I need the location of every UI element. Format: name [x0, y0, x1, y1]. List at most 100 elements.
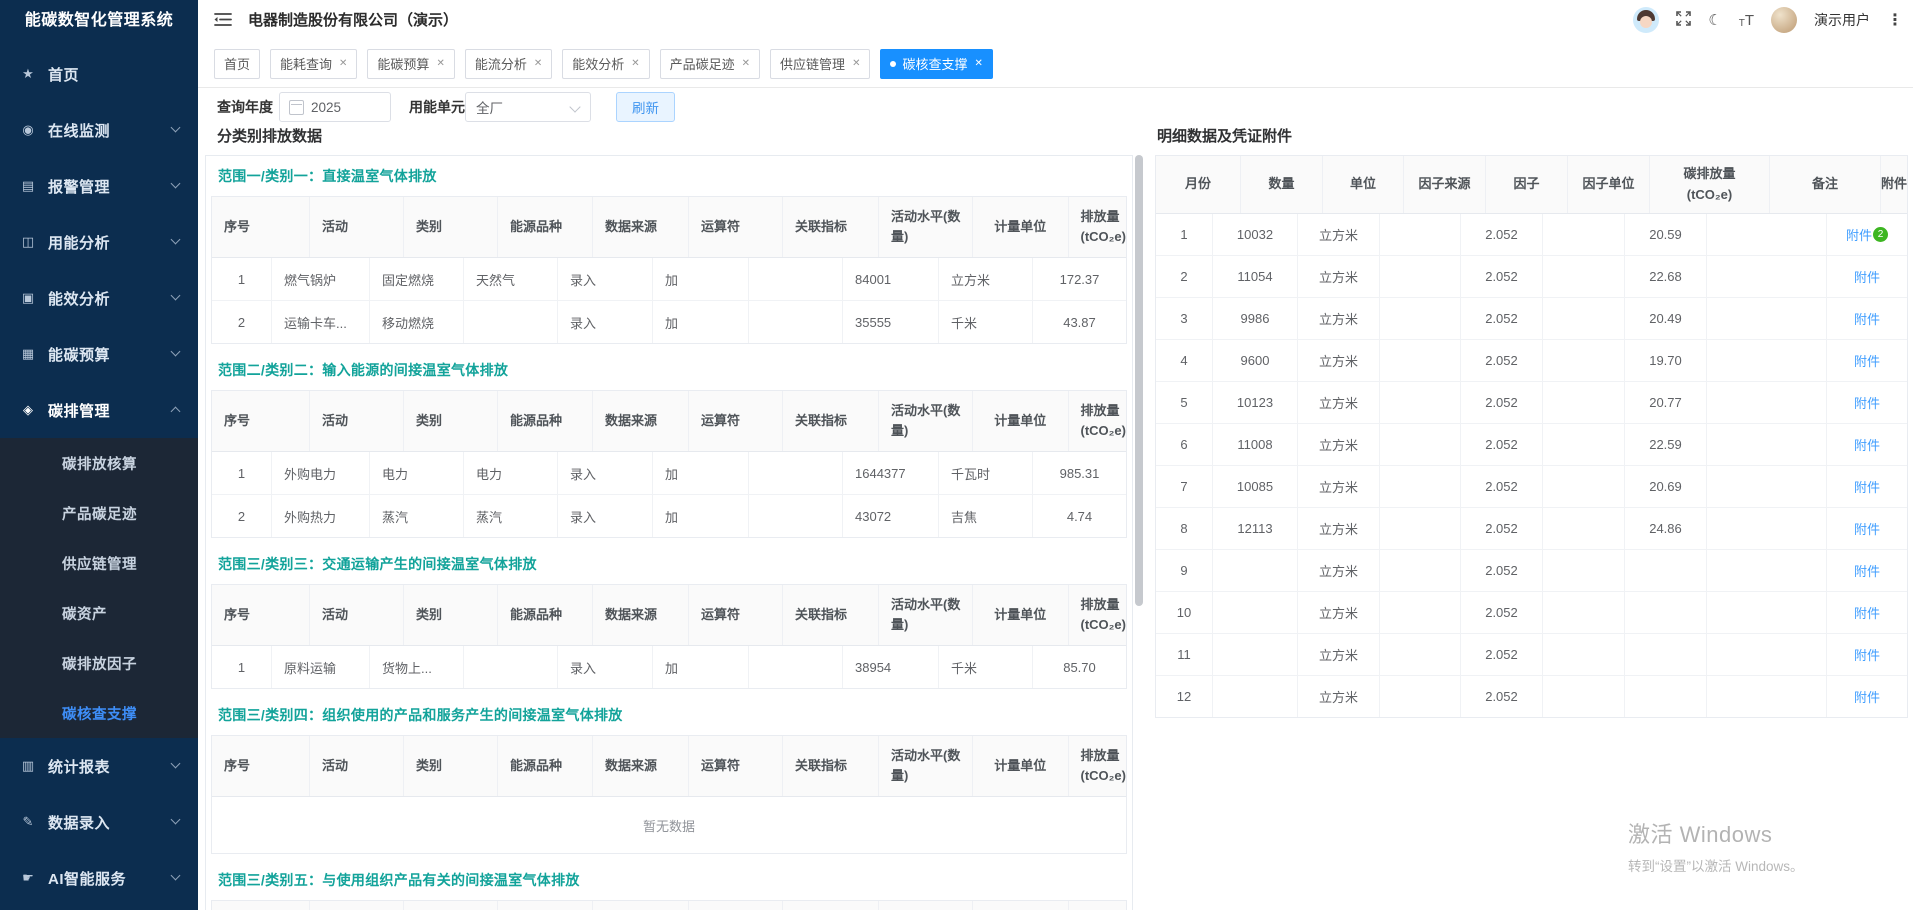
page-tab[interactable]: 能耗查询 ✕: [270, 49, 357, 79]
tab-close-icon[interactable]: ✕: [974, 59, 982, 69]
table-row[interactable]: 8 12113 立方米 2.052 24.86 附件: [1156, 508, 1907, 550]
attachment-link[interactable]: 附件: [1854, 687, 1880, 706]
user-avatar[interactable]: [1771, 7, 1797, 33]
sidebar-item[interactable]: 能碳预算: [0, 326, 198, 382]
cell-energy-type: 蒸汽: [464, 495, 558, 537]
sidebar-item[interactable]: 报警管理: [0, 158, 198, 214]
sidebar-item[interactable]: 用能分析: [0, 214, 198, 270]
sidebar-item[interactable]: AI智能服务: [0, 850, 198, 906]
column-header: 计量单位: [973, 901, 1069, 910]
tab-close-icon[interactable]: ✕: [534, 59, 542, 69]
attachment-link[interactable]: 附件: [1854, 519, 1880, 538]
cell-month: 10: [1156, 592, 1213, 633]
tab-close-icon[interactable]: ✕: [631, 59, 639, 69]
table-row[interactable]: 1 原料运输 货物上... 录入 加 38954 千米 85.70: [212, 646, 1126, 688]
column-header: 序号: [212, 736, 310, 796]
sidebar-item[interactable]: 统计报表: [0, 738, 198, 794]
sidebar-item[interactable]: 能效分析: [0, 270, 198, 326]
cell-factor: 2.052: [1461, 424, 1543, 465]
tab-bar: 首页 ✕ 能耗查询 ✕ 能碳预算 ✕ 能流分析 ✕ 能效分析 ✕ 产品碳足迹 ✕…: [198, 40, 1913, 88]
attachment-link[interactable]: 附件: [1854, 645, 1880, 664]
table-row[interactable]: 2 外购热力 蒸汽 蒸汽 录入 加 43072 吉焦 4.74: [212, 495, 1126, 537]
column-header: 关联指标: [783, 391, 879, 451]
username[interactable]: 演示用户: [1814, 10, 1870, 30]
year-input[interactable]: 2025: [279, 92, 391, 122]
table-row[interactable]: 1 燃气锅炉 固定燃烧 天然气 录入 加 84001 立方米 172.37: [212, 258, 1126, 301]
table-row[interactable]: 1 外购电力 电力 电力 录入 加 1644377 千瓦时 985.31: [212, 452, 1126, 495]
table-row[interactable]: 2 运输卡车... 移动燃烧 录入 加 35555 千米 43.87: [212, 301, 1126, 343]
table-row[interactable]: 2 11054 立方米 2.052 22.68 附件: [1156, 256, 1907, 298]
sidebar-subitem[interactable]: 碳资产: [0, 588, 198, 638]
table-row[interactable]: 7 10085 立方米 2.052 20.69 附件: [1156, 466, 1907, 508]
sidebar-subitem[interactable]: 碳排放因子: [0, 638, 198, 688]
table-row[interactable]: 5 10123 立方米 2.052 20.77 附件: [1156, 382, 1907, 424]
cell-month: 12: [1156, 676, 1213, 717]
more-menu-icon[interactable]: ⋮: [1887, 10, 1903, 30]
table-row[interactable]: 3 9986 立方米 2.052 20.49 附件: [1156, 298, 1907, 340]
table-row[interactable]: 4 9600 立方米 2.052 19.70 附件: [1156, 340, 1907, 382]
sidebar-item[interactable]: 碳排管理: [0, 382, 198, 438]
energy-unit-label: 用能单元: [409, 88, 465, 126]
cell-emission: 43.87: [1033, 301, 1126, 343]
attachment-link[interactable]: 附件: [1854, 477, 1880, 496]
tab-close-icon[interactable]: ✕: [742, 59, 750, 69]
avatar-face: [1640, 16, 1652, 28]
table-row[interactable]: 6 11008 立方米 2.052 22.59 附件: [1156, 424, 1907, 466]
cell-energy-type: [464, 301, 558, 343]
page-tab[interactable]: 产品碳足迹 ✕: [660, 49, 760, 79]
page-tab[interactable]: 能流分析 ✕: [465, 49, 552, 79]
attachment-link[interactable]: 附件: [1846, 225, 1872, 244]
tab-close-icon[interactable]: ✕: [339, 59, 347, 69]
font-size-icon[interactable]: TT: [1739, 12, 1754, 29]
table-body: 1 10032 立方米 2.052 20.59 附件2 2 11054 立方米: [1156, 214, 1907, 717]
sidebar-item[interactable]: 在线监测: [0, 102, 198, 158]
attachment-link[interactable]: 附件: [1854, 351, 1880, 370]
table-header-row: 序号活动类别能源品种数据来源运算符关联指标活动水平(数 量)计量单位排放量 (t…: [212, 585, 1126, 646]
page-tab[interactable]: 供应链管理 ✕: [770, 49, 870, 79]
dark-mode-moon-icon[interactable]: ☾: [1708, 13, 1721, 28]
table-row[interactable]: 10 立方米 2.052 附件: [1156, 592, 1907, 634]
cell-factor-unit: [1543, 466, 1625, 507]
table-row[interactable]: 11 立方米 2.052 附件: [1156, 634, 1907, 676]
page-tab[interactable]: 首页 ✕: [214, 49, 260, 79]
sidebar-subitem[interactable]: 碳排放核算: [0, 438, 198, 488]
attachment-link[interactable]: 附件: [1854, 267, 1880, 286]
energy-unit-select[interactable]: 全厂: [465, 92, 591, 122]
page-tab[interactable]: 能碳预算 ✕: [367, 49, 454, 79]
sidebar-subitem[interactable]: 供应链管理: [0, 538, 198, 588]
collapse-menu-icon[interactable]: [214, 12, 232, 27]
tab-close-icon[interactable]: ✕: [436, 59, 444, 69]
tab-label: 供应链管理: [780, 54, 845, 73]
left-panel-scrollbar[interactable]: [1135, 155, 1143, 606]
column-header: 能源品种: [498, 391, 593, 451]
sidebar-subitem[interactable]: 产品碳足迹: [0, 488, 198, 538]
sidebar-item[interactable]: 数据录入: [0, 794, 198, 850]
column-header: 活动: [310, 901, 404, 910]
cell-attachment: 附件: [1827, 550, 1907, 591]
cell-month: 8: [1156, 508, 1213, 549]
table-row[interactable]: 1 10032 立方米 2.052 20.59 附件2: [1156, 214, 1907, 256]
attachment-link[interactable]: 附件: [1854, 603, 1880, 622]
attachment-link[interactable]: 附件: [1854, 309, 1880, 328]
attachment-link[interactable]: 附件: [1854, 435, 1880, 454]
column-header: 能源品种: [498, 901, 593, 910]
cell-data-source: 录入: [558, 301, 653, 343]
table-row[interactable]: 9 立方米 2.052 附件: [1156, 550, 1907, 592]
sidebar-item[interactable]: 首页: [0, 46, 198, 102]
attachment-link[interactable]: 附件: [1854, 393, 1880, 412]
cell-remark: [1707, 466, 1827, 507]
assistant-avatar[interactable]: [1633, 7, 1659, 33]
cell-emission: 24.86: [1625, 508, 1707, 549]
tab-close-icon[interactable]: ✕: [852, 59, 860, 69]
attachment-link[interactable]: 附件: [1854, 561, 1880, 580]
column-header: 序号: [212, 391, 310, 451]
tab-label: 首页: [224, 54, 250, 73]
page-tab[interactable]: 能效分析 ✕: [562, 49, 649, 79]
detail-table: 月份数量单位因子来源因子因子单位碳排放量 (tCO₂e)备注附件 1 10032…: [1155, 155, 1908, 718]
table-row[interactable]: 12 立方米 2.052 附件: [1156, 676, 1907, 717]
page-tab[interactable]: 碳核查支撑 ✕: [880, 49, 992, 79]
fullscreen-icon[interactable]: [1676, 11, 1691, 29]
refresh-button[interactable]: 刷新: [616, 92, 675, 122]
sidebar-subitem[interactable]: 碳核查支撑: [0, 688, 198, 738]
column-header: 能源品种: [498, 585, 593, 645]
